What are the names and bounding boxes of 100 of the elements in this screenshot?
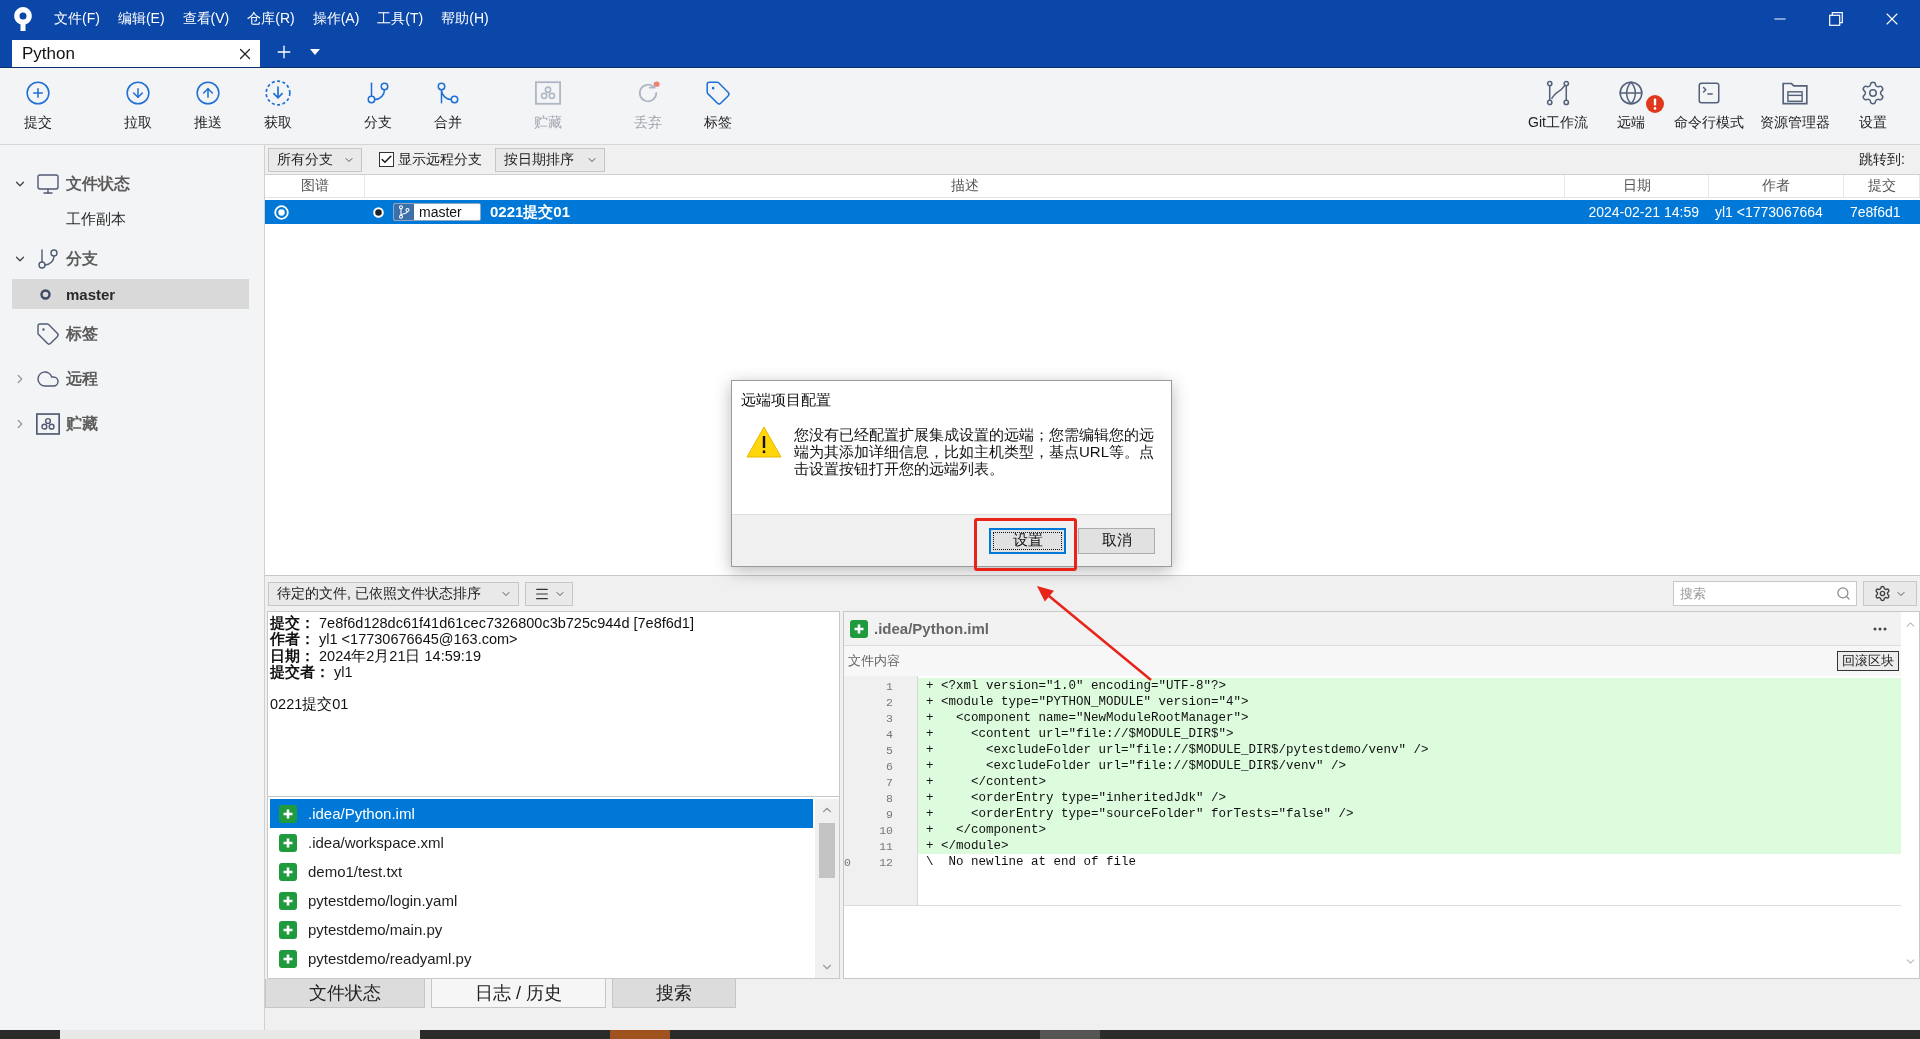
search-field[interactable]: 搜索 [1673, 581, 1857, 606]
more-icon[interactable] [1873, 626, 1887, 631]
diff-file-name: .idea/Python.iml [874, 620, 990, 637]
file-row[interactable]: .idea/Python.iml [270, 799, 813, 828]
toolbar-button[interactable]: 提交 [3, 68, 73, 144]
toolbar-button[interactable]: 设置 [1838, 68, 1908, 144]
toolbar-button[interactable]: 远端 [1596, 68, 1666, 144]
terminal-icon [1696, 80, 1722, 106]
view-tab[interactable]: 文件状态 [265, 979, 425, 1008]
revert-hunk-button[interactable]: 回滚区块 [1837, 651, 1899, 671]
sidebar-section[interactable]: 分支 [0, 239, 264, 279]
line-number: 12 [879, 855, 894, 869]
section-label: 文件内容 [848, 652, 900, 670]
menu-item[interactable]: 帮助(H) [432, 0, 498, 37]
down-arrow-circle-icon [125, 80, 151, 106]
line-number: 3 [886, 711, 894, 725]
scrollbar-thumb[interactable] [819, 823, 835, 878]
toolbar-button[interactable]: 分支 [343, 68, 413, 144]
stash-box-icon [36, 413, 60, 435]
line-number: 1 [886, 679, 894, 693]
menu-item[interactable]: 操作(A) [303, 0, 369, 37]
checkbox[interactable] [379, 152, 394, 167]
toolbar-button[interactable]: 推送 [173, 68, 243, 144]
column-header[interactable]: 日期 [1565, 175, 1709, 197]
commit-row[interactable]: master 0221提交01 2024-02-21 14:59 yl1 <1773067664 7e8f6d1 [265, 200, 1920, 224]
dialog-button[interactable]: 设置 [989, 527, 1066, 554]
plus-square-icon [279, 804, 297, 823]
detail-line: 作者： yl1 <17730676645@163.com> [270, 631, 519, 648]
warning-icon [746, 426, 782, 458]
graph-node-icon [274, 204, 289, 220]
line-number: 4 [886, 727, 894, 741]
dialog-title: 远端项目配置 [740, 391, 832, 410]
flow-lines-icon [1545, 80, 1572, 106]
settings-icon [1860, 80, 1886, 106]
menu-item[interactable]: 文件(F) [45, 0, 109, 37]
globe-icon [1618, 80, 1644, 106]
column-header[interactable]: 图谱 [265, 175, 365, 197]
plus-circle-icon [25, 80, 51, 106]
branch-name: master [418, 204, 462, 220]
toolbar-button[interactable]: 命令行模式 [1666, 68, 1752, 144]
file-row[interactable]: pytestdemo/main.py [270, 915, 813, 944]
sidebar-item[interactable]: master [12, 279, 249, 309]
restore-icon[interactable] [1829, 11, 1843, 26]
branch-icon [36, 247, 60, 271]
scrollbar[interactable] [815, 799, 839, 978]
line-number: 2 [886, 695, 894, 709]
up-arrow-circle-icon [195, 80, 221, 106]
toolbar-button[interactable]: 标签 [683, 68, 753, 144]
view-mode-dropdown[interactable] [525, 581, 573, 606]
toolbar-button[interactable]: 合并 [413, 68, 483, 144]
detail-line: 日期： 2024年2月21日 14:59:19 [270, 647, 482, 664]
line-number: 8 [886, 791, 894, 805]
view-tab[interactable]: 搜索 [612, 979, 736, 1008]
author-cell-text: yl1 <1773067664 [1714, 204, 1824, 220]
toolbar-button[interactable]: 资源管理器 [1752, 68, 1838, 144]
dot-icon [373, 206, 384, 218]
sidebar-section[interactable]: 文件状态 [0, 164, 264, 204]
plus-square-icon [850, 619, 868, 638]
column-header[interactable]: 提交 [1844, 175, 1920, 197]
line-number: 5 [886, 743, 894, 757]
sidebar-section[interactable]: 远程 [0, 359, 264, 399]
menu-item[interactable]: 仓库(R) [238, 0, 304, 37]
repo-tab[interactable]: Python [12, 40, 260, 67]
monitor-icon [36, 172, 60, 196]
dialog-message: 您没有已经配置扩展集成设置的远端；您需编辑您的远端为其添加详细信息，比如主机类型，基点URL等。点击设置按钮打开您的远端列表。 [794, 426, 1155, 477]
commit-description: 0221提交01 [490, 202, 571, 222]
dialog-button[interactable]: 取消 [1078, 527, 1155, 554]
merge-icon [435, 80, 461, 106]
jump-to-label: 跳转到: [1859, 150, 1906, 169]
toolbar-button[interactable]: Git工作流 [1520, 68, 1596, 144]
branch-icon [394, 204, 414, 220]
options-dropdown[interactable] [1863, 581, 1917, 606]
detail-line: 提交： 7e8f6d128dc61f41d61cec7326800c3b725c944d [7e8f6d1] [270, 615, 695, 632]
file-row[interactable]: demo1/test.txt [270, 857, 813, 886]
sidebar-section[interactable]: 标签 [0, 314, 264, 354]
column-header[interactable]: 作者 [1709, 175, 1844, 197]
menu-item[interactable]: 查看(V) [173, 0, 239, 37]
branch-icon [365, 80, 391, 106]
file-row[interactable]: .idea/workspace.xml [270, 828, 813, 857]
line-number: 7 [886, 775, 894, 789]
branch-filter-dropdown[interactable]: 所有分支 [268, 147, 362, 172]
toolbar-button[interactable]: 获取 [243, 68, 313, 144]
file-row[interactable]: pytestdemo/readyaml.py [270, 944, 813, 973]
column-header[interactable]: 描述 [365, 175, 1565, 197]
sort-dropdown[interactable]: 按日期排序 [495, 147, 605, 172]
sidebar-section[interactable]: 贮藏 [0, 404, 264, 444]
checkbox-label[interactable]: 显示远程分支 [398, 150, 482, 169]
detail-line: 提交者： yl1 [270, 663, 354, 681]
tag-icon [36, 322, 60, 346]
file-row[interactable]: pytestdemo/login.yaml [270, 886, 813, 915]
tag-icon [705, 80, 731, 106]
menu-item[interactable]: 工具(T) [368, 0, 433, 37]
sidebar-item[interactable]: 工作副本 [12, 204, 249, 234]
view-tab[interactable]: 日志 / 历史 [431, 979, 606, 1008]
caret-down-icon[interactable] [310, 49, 320, 55]
file-sort-dropdown[interactable]: 待定的文件, 已依照文件状态排序 [268, 581, 519, 606]
menu-item[interactable]: 编辑(E) [108, 0, 174, 37]
line-number: 9 [886, 807, 894, 821]
toolbar-button[interactable]: 拉取 [103, 68, 173, 144]
stash-box-icon [535, 80, 561, 106]
